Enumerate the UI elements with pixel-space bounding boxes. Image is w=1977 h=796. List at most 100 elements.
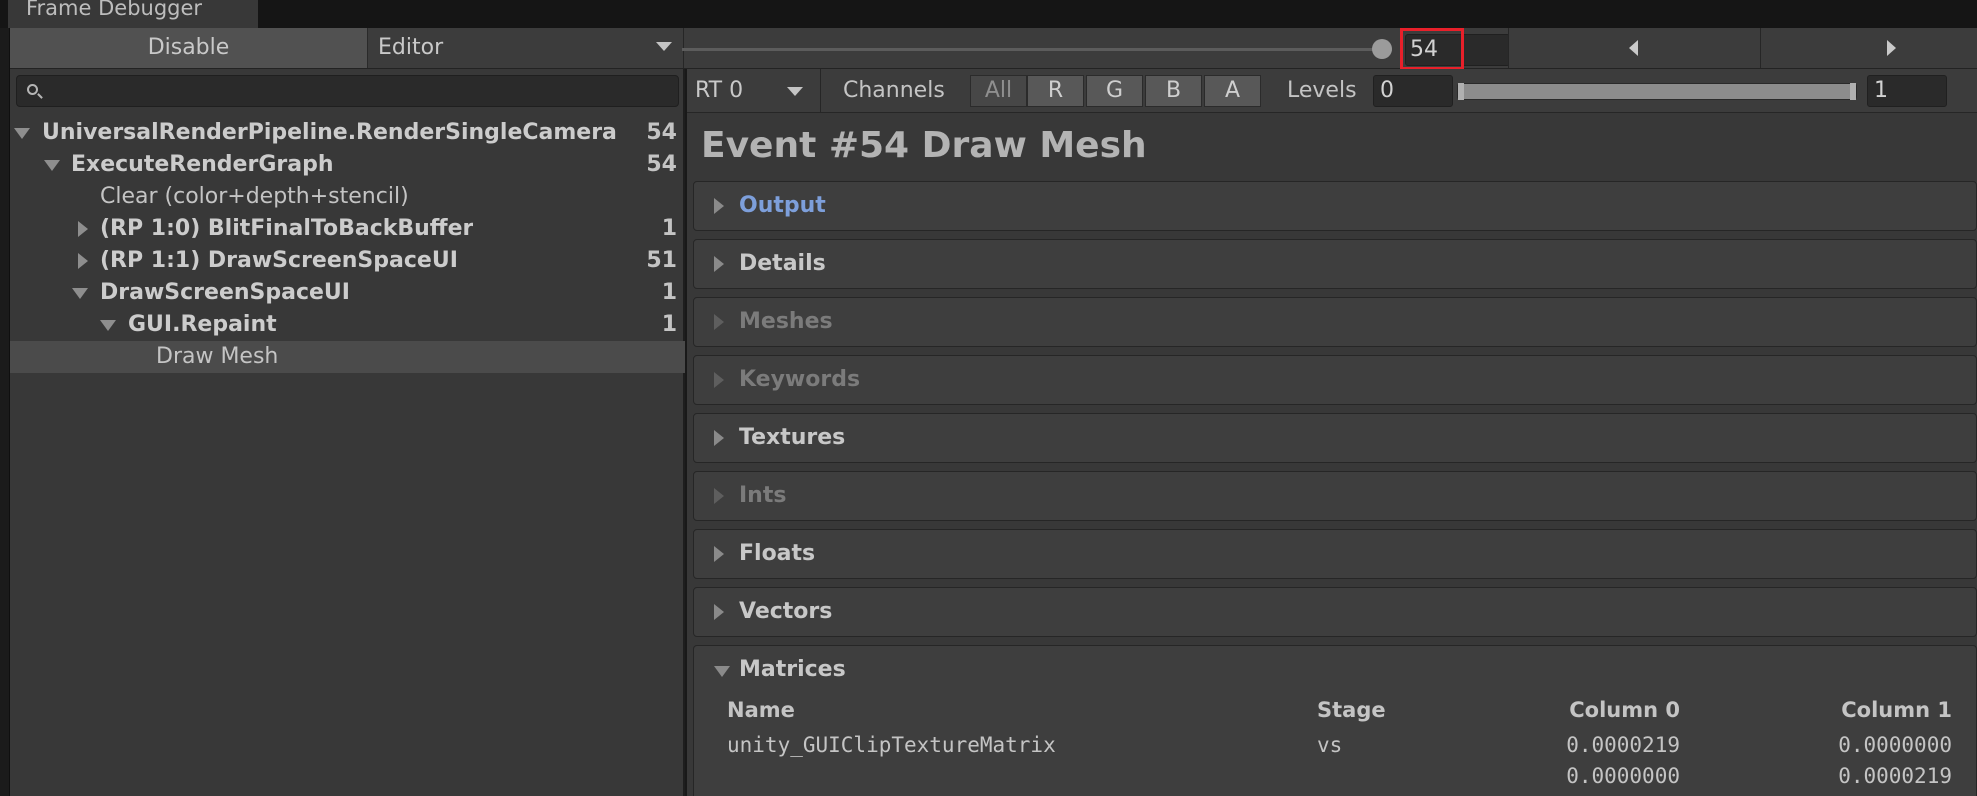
tree-item-blit-final[interactable]: (RP 1:0) BlitFinalToBackBuffer 1	[10, 213, 685, 245]
tree-item-count: 51	[646, 248, 677, 273]
target-dropdown-value: Editor	[378, 35, 444, 60]
search-icon	[27, 84, 38, 95]
channel-a-button[interactable]: A	[1204, 75, 1261, 107]
frame-debugger-toolbar: Disable Editor 54	[10, 28, 1977, 70]
section-floats[interactable]: Floats	[693, 529, 1977, 579]
expanded-arrow-icon	[44, 160, 60, 171]
section-vectors[interactable]: Vectors	[693, 587, 1977, 637]
matrix-row-col1: 0.0000219	[1838, 764, 1952, 788]
foldout-arrow-icon	[714, 604, 724, 620]
tree-item-rp-draw-screen-space-ui[interactable]: (RP 1:1) DrawScreenSpaceUI 51	[10, 245, 685, 277]
section-details[interactable]: Details	[693, 239, 1977, 289]
triangle-left-icon	[1629, 40, 1638, 56]
tree-item-gui-repaint[interactable]: GUI.Repaint 1	[10, 309, 685, 341]
channel-g-button[interactable]: G	[1086, 75, 1143, 107]
event-details-panel: RT 0 Channels All R G B A Levels 0 1 Eve…	[687, 69, 1977, 796]
target-dropdown[interactable]: Editor	[370, 28, 684, 68]
tree-item-label: ExecuteRenderGraph	[71, 152, 334, 177]
matrices-header-stage: Stage	[1317, 698, 1386, 722]
tree-item-count: 54	[646, 120, 677, 145]
levels-range-slider[interactable]	[1457, 83, 1857, 100]
tree-item-render-single-camera[interactable]: UniversalRenderPipeline.RenderSingleCame…	[10, 117, 685, 149]
foldout-arrow-icon	[714, 256, 724, 272]
expanded-arrow-icon	[14, 128, 30, 139]
expanded-arrow-icon	[72, 288, 88, 299]
render-target-value: RT 0	[695, 78, 744, 103]
event-slider-track[interactable]	[682, 48, 1392, 51]
left-edge-strip	[0, 28, 10, 796]
tab-title: Frame Debugger	[26, 0, 203, 20]
window-top-strip: Frame Debugger	[0, 0, 1977, 28]
collapsed-arrow-icon	[78, 221, 88, 237]
tree-item-count: 1	[661, 216, 677, 241]
disable-button[interactable]: Disable	[10, 28, 368, 68]
event-field-highlight-box	[1400, 28, 1464, 70]
level-max-field[interactable]: 1	[1867, 75, 1947, 107]
channel-b-button[interactable]: B	[1145, 75, 1202, 107]
render-target-dropdown[interactable]: RT 0	[695, 69, 821, 113]
collapsed-arrow-icon	[78, 253, 88, 269]
section-label: Keywords	[739, 367, 861, 392]
tree-item-label: Clear (color+depth+stencil)	[100, 184, 409, 209]
tree-item-label: DrawScreenSpaceUI	[100, 280, 350, 305]
tree-item-count: 1	[661, 312, 677, 337]
foldout-arrow-icon	[714, 314, 724, 330]
event-title: Event #54 Draw Mesh	[701, 125, 1147, 166]
previous-event-button[interactable]	[1508, 28, 1760, 68]
section-label: Meshes	[739, 309, 833, 334]
matrices-header-name: Name	[727, 698, 795, 722]
channels-label: Channels	[843, 78, 945, 103]
matrix-row-stage: vs	[1317, 733, 1343, 757]
tree-item-clear[interactable]: Clear (color+depth+stencil)	[10, 181, 685, 213]
window-tab-frame-debugger[interactable]: Frame Debugger	[8, 0, 258, 28]
foldout-arrow-icon	[714, 666, 730, 677]
tree-item-label: Draw Mesh	[156, 344, 279, 369]
section-label: Matrices	[739, 657, 846, 682]
section-meshes[interactable]: Meshes	[693, 297, 1977, 347]
section-label: Details	[739, 251, 826, 276]
matrices-header-column-0: Column 0	[1569, 698, 1680, 722]
channel-r-button[interactable]: R	[1027, 75, 1084, 107]
section-output[interactable]: Output	[693, 181, 1977, 231]
search-input[interactable]	[16, 75, 679, 107]
foldout-arrow-icon	[714, 198, 724, 214]
level-min-field[interactable]: 0	[1373, 75, 1453, 107]
section-ints[interactable]: Ints	[693, 471, 1977, 521]
tree-item-label: (RP 1:0) BlitFinalToBackBuffer	[100, 216, 474, 241]
section-label: Textures	[739, 425, 846, 450]
tree-item-label: (RP 1:1) DrawScreenSpaceUI	[100, 248, 458, 273]
triangle-right-icon	[1887, 40, 1896, 56]
event-slider-thumb[interactable]	[1372, 39, 1392, 59]
render-target-toolbar: RT 0 Channels All R G B A Levels 0 1	[687, 69, 1977, 113]
foldout-arrow-icon	[714, 546, 724, 562]
tree-item-execute-render-graph[interactable]: ExecuteRenderGraph 54	[10, 149, 685, 181]
matrix-row-col0: 0.0000000	[1566, 764, 1680, 788]
expanded-arrow-icon	[100, 320, 116, 331]
next-event-button[interactable]	[1760, 28, 1977, 68]
matrix-row-name: unity_GUIClipTextureMatrix	[727, 733, 1056, 757]
tree-item-draw-screen-space-ui[interactable]: DrawScreenSpaceUI 1	[10, 277, 685, 309]
levels-label: Levels	[1287, 78, 1357, 103]
tree-item-draw-mesh[interactable]: Draw Mesh	[10, 341, 685, 373]
tree-item-count: 54	[646, 152, 677, 177]
section-label: Ints	[739, 483, 787, 508]
section-label: Floats	[739, 541, 816, 566]
chevron-down-icon	[787, 87, 803, 96]
foldout-arrow-icon	[714, 430, 724, 446]
tree-item-label: UniversalRenderPipeline.RenderSingleCame…	[42, 120, 617, 145]
section-matrices[interactable]: Matrices Name Stage Column 0 Column 1 un…	[693, 645, 1977, 796]
section-textures[interactable]: Textures	[693, 413, 1977, 463]
section-label: Vectors	[739, 599, 833, 624]
section-label: Output	[739, 193, 826, 218]
section-keywords[interactable]: Keywords	[693, 355, 1977, 405]
matrices-header-column-1: Column 1	[1841, 698, 1952, 722]
chevron-down-icon	[656, 42, 672, 51]
tree-item-count: 1	[661, 280, 677, 305]
foldout-arrow-icon	[714, 372, 724, 388]
foldout-arrow-icon	[714, 488, 724, 504]
event-tree-panel: UniversalRenderPipeline.RenderSingleCame…	[10, 69, 685, 796]
matrix-row-col0: 0.0000219	[1566, 733, 1680, 757]
tree-item-label: GUI.Repaint	[128, 312, 277, 337]
matrix-row-col1: 0.0000000	[1838, 733, 1952, 757]
channel-all-button[interactable]: All	[970, 75, 1027, 107]
